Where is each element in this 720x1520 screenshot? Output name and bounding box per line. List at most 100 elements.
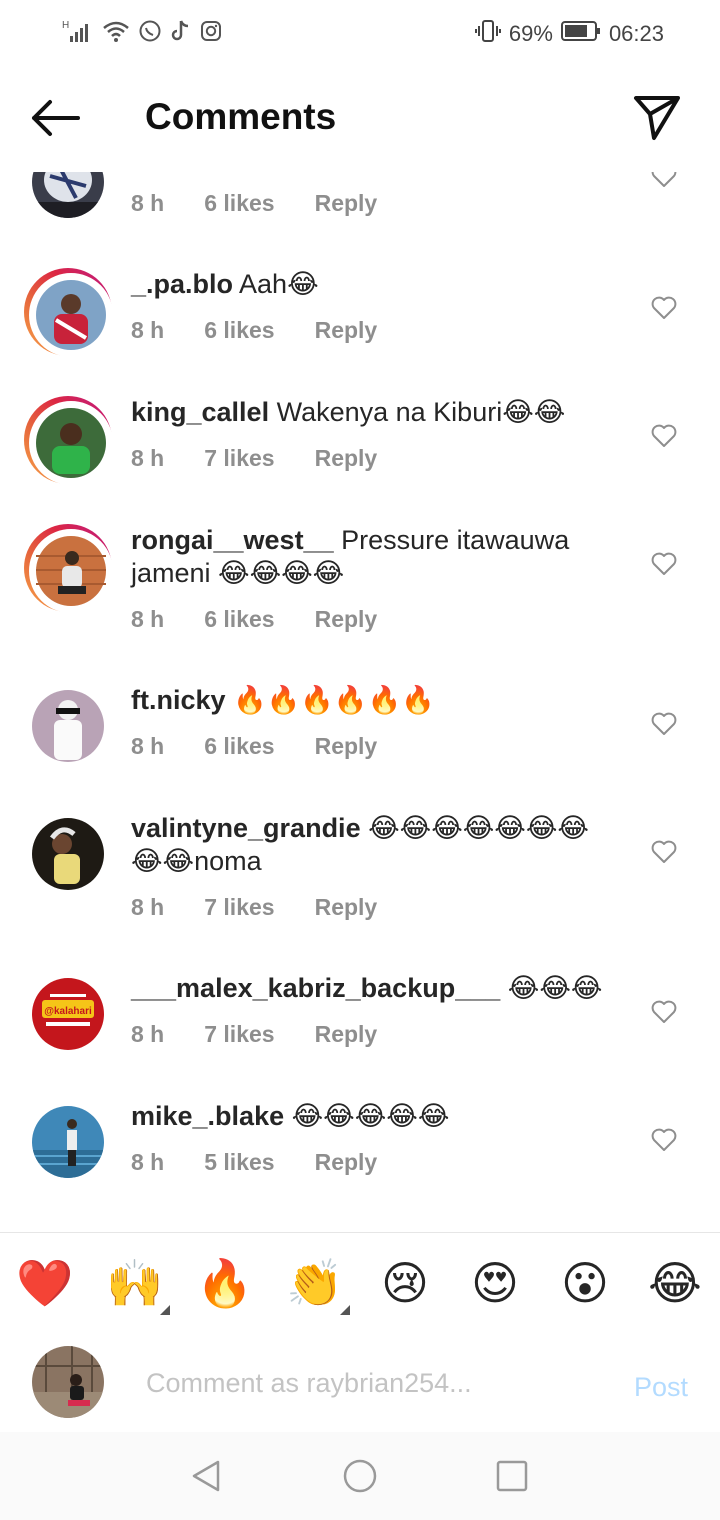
comment-text: rongai__west__ Pressure itawauwa jameni … <box>131 524 611 590</box>
square-recents-icon <box>496 1460 528 1492</box>
comment-body: 😂😂😂😂😂 <box>291 1101 450 1131</box>
status-bar: H 69% 06:23 <box>0 0 720 62</box>
comment-likes[interactable]: 6 likes <box>204 190 274 217</box>
clock-time: 06:23 <box>608 21 664 46</box>
comment-likes[interactable]: 6 likes <box>204 606 274 633</box>
comment-meta: 8 h 5 likes Reply <box>131 1149 417 1176</box>
comment-time: 8 h <box>131 1149 165 1175</box>
comment-time: 8 h <box>131 894 165 920</box>
comment-time: 8 h <box>131 606 165 632</box>
comment-meta: 8 h 6 likes Reply <box>131 317 417 344</box>
triangle-back-icon <box>192 1460 220 1492</box>
circle-home-icon <box>343 1459 377 1493</box>
comment-likes[interactable]: 6 likes <box>204 733 274 760</box>
comment-meta: 8 h 7 likes Reply <box>131 1021 417 1048</box>
emoji-button[interactable]: 🙌 <box>106 1255 164 1313</box>
quick-emoji-bar: ❤️ 🙌 🔥 👏 😢 😍 😮 😂 <box>0 1232 720 1334</box>
avatar-story-ring[interactable] <box>24 396 113 485</box>
like-heart-icon[interactable] <box>651 840 677 864</box>
like-heart-icon[interactable] <box>651 552 677 576</box>
comment-composer: Post <box>0 1332 720 1432</box>
comment-likes[interactable]: 7 likes <box>204 445 274 472</box>
svg-text:H: H <box>62 20 69 31</box>
comment-username[interactable]: ___malex_kabriz_backup___ <box>131 973 500 1003</box>
avatar[interactable] <box>32 818 104 890</box>
like-heart-icon[interactable] <box>651 296 677 320</box>
skin-tone-indicator <box>160 1305 170 1315</box>
comment-meta: 8 h 7 likes Reply <box>131 445 417 472</box>
comment-time: 8 h <box>131 733 165 759</box>
avatar[interactable] <box>32 690 104 762</box>
battery-icon <box>560 20 601 48</box>
avatar-story-ring[interactable] <box>24 524 113 613</box>
comment-likes[interactable]: 7 likes <box>204 894 274 921</box>
comment-text: valintyne_grandie 😂😂😂😂😂😂😂😂😂noma <box>131 812 611 878</box>
comment-likes[interactable]: 7 likes <box>204 1021 274 1048</box>
comment-time: 8 h <box>131 1021 165 1047</box>
nav-home-button[interactable] <box>342 1458 378 1494</box>
reply-button[interactable]: Reply <box>315 606 378 633</box>
system-nav-bar <box>0 1432 720 1520</box>
whatsapp-icon <box>138 19 162 48</box>
comment-likes[interactable]: 6 likes <box>204 317 274 344</box>
comment-username[interactable]: rongai__west__ <box>131 525 334 555</box>
reply-button[interactable]: Reply <box>315 1021 378 1048</box>
status-left-icons: H <box>62 18 222 49</box>
avatar[interactable]: @kalahari <box>32 978 104 1050</box>
post-button[interactable]: Post <box>634 1372 688 1403</box>
status-right: 69% 06:23 <box>474 18 664 50</box>
comment-text: ___malex_kabriz_backup___ 😂😂😂 <box>131 972 631 1005</box>
comment-text: king_callel Wakenya na Kiburi😂😂 <box>131 396 611 429</box>
reply-button[interactable]: Reply <box>315 1149 378 1176</box>
like-heart-icon[interactable] <box>651 1128 677 1152</box>
emoji-button[interactable]: 🔥 <box>196 1255 254 1313</box>
nav-recents-button[interactable] <box>494 1458 530 1494</box>
reply-button[interactable]: Reply <box>315 894 378 921</box>
comment-time: 8 h <box>131 190 165 216</box>
reply-button[interactable]: Reply <box>315 190 378 217</box>
like-heart-icon[interactable] <box>651 712 677 736</box>
avatar <box>32 1346 104 1418</box>
comment-username[interactable]: valintyne_grandie <box>131 813 361 843</box>
comment-meta: 8 h 7 likes Reply <box>131 894 417 921</box>
comments-list: 8 h 6 likes Reply _.pa.blo Aah😂 8 h 6 li… <box>0 150 720 1232</box>
reply-button[interactable]: Reply <box>315 445 378 472</box>
comment-likes[interactable]: 5 likes <box>204 1149 274 1176</box>
back-button[interactable] <box>30 98 82 138</box>
arrow-left-icon <box>32 100 80 136</box>
comment-username[interactable]: mike_.blake <box>131 1101 284 1131</box>
comment-time: 8 h <box>131 317 165 343</box>
avatar[interactable] <box>32 1106 104 1178</box>
emoji-button[interactable]: 😮 <box>556 1255 614 1313</box>
share-button[interactable] <box>632 92 682 142</box>
emoji-button[interactable]: ❤️ <box>16 1255 74 1313</box>
wifi-icon <box>102 19 130 48</box>
comment-username[interactable]: king_callel <box>131 397 269 427</box>
emoji-button[interactable]: 😢 <box>376 1255 434 1313</box>
reply-button[interactable]: Reply <box>315 317 378 344</box>
comment-text: mike_.blake 😂😂😂😂😂 <box>131 1100 611 1133</box>
header: Comments <box>0 62 720 172</box>
battery-percent: 69% <box>508 21 553 46</box>
avatar-story-ring[interactable] <box>24 268 113 357</box>
like-heart-icon[interactable] <box>651 424 677 448</box>
comment-time: 8 h <box>131 445 165 471</box>
emoji-button[interactable]: 😂 <box>646 1255 704 1313</box>
signal-icon: H <box>62 18 94 49</box>
comment-meta: 8 h 6 likes Reply <box>131 606 417 633</box>
tiktok-icon <box>170 19 192 48</box>
comment-meta: 8 h 6 likes Reply <box>131 733 417 760</box>
page-title: Comments <box>145 96 337 137</box>
like-heart-icon[interactable] <box>651 1000 677 1024</box>
reply-button[interactable]: Reply <box>315 733 378 760</box>
comment-username[interactable]: _.pa.blo <box>131 269 233 299</box>
emoji-button[interactable]: 👏 <box>286 1255 344 1313</box>
emoji-button[interactable]: 😍 <box>466 1255 524 1313</box>
nav-back-button[interactable] <box>188 1458 224 1494</box>
comment-body: Wakenya na Kiburi😂😂 <box>276 397 566 427</box>
comment-input[interactable] <box>144 1360 608 1406</box>
instagram-icon <box>200 20 222 47</box>
comment-username[interactable]: ft.nicky <box>131 685 226 715</box>
comment-body: 🔥🔥🔥🔥🔥🔥 <box>233 685 435 715</box>
comment-body: 😂😂😂 <box>507 973 603 1003</box>
